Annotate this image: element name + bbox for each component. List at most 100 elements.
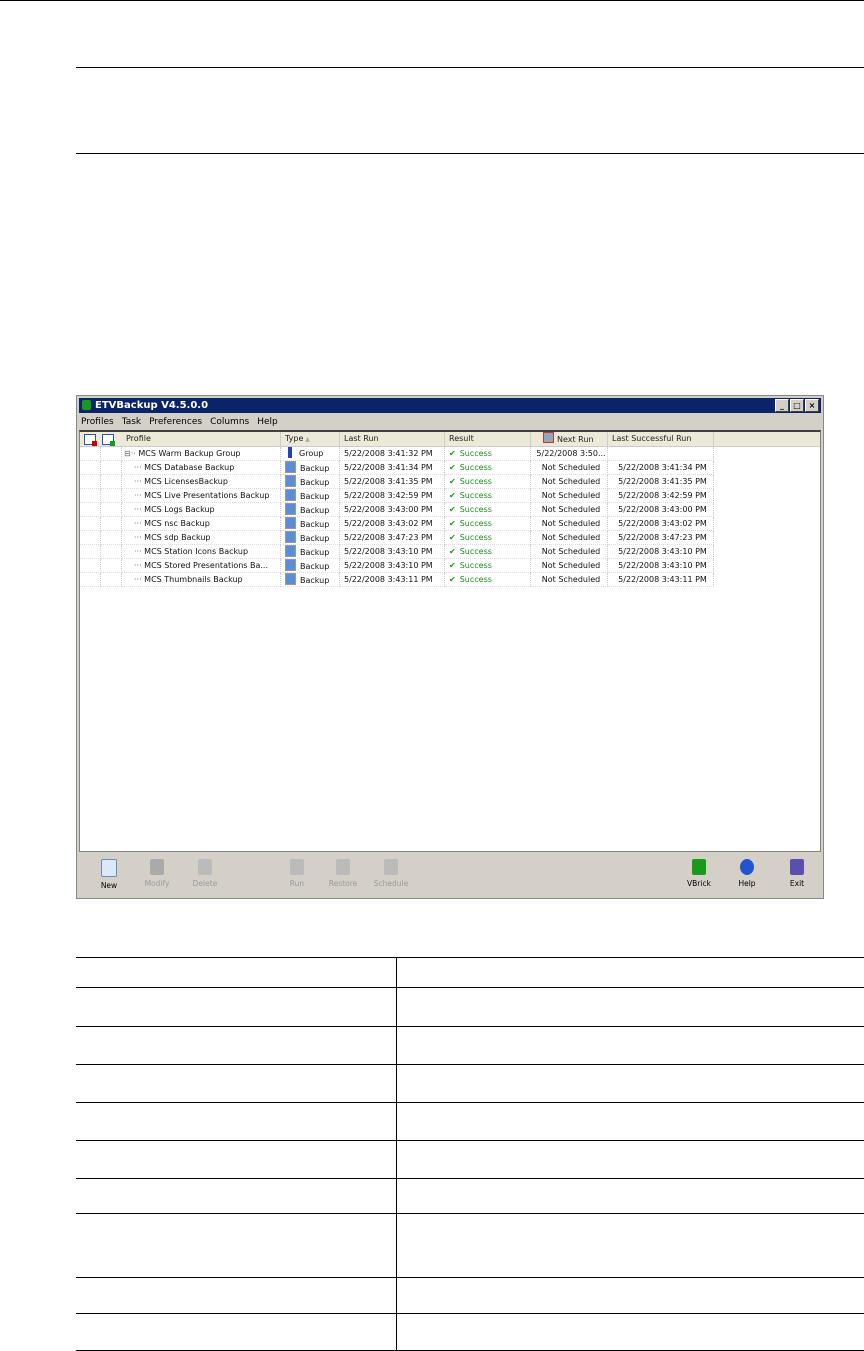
table-row[interactable]: ··· MCS Database Backup Backup 5/22/2008 3… [80, 461, 820, 475]
calendar-icon [543, 432, 554, 443]
profile-text: MCS nsc Backup [144, 519, 210, 528]
column-header-last-run[interactable]: Last Run [340, 432, 445, 446]
last-run-text: 5/22/2008 3:41:35 PM [344, 477, 433, 486]
run-button[interactable]: Run [275, 859, 319, 888]
profile-text: MCS LicensesBackup [144, 477, 228, 486]
toolbar: New Modify Delete Run Restore Schedule VBrick H… [79, 855, 821, 897]
menu-help[interactable]: Help [257, 415, 278, 429]
success-check-icon: ✔ [449, 519, 456, 528]
minimize-button[interactable]: _ [775, 399, 789, 412]
result-text: Success [459, 491, 492, 500]
table-row[interactable]: ··· MCS LicensesBackup Backup 5/22/2008 3:… [80, 475, 820, 489]
menu-columns[interactable]: Columns [210, 415, 249, 429]
last-success-text: 5/22/2008 3:43:00 PM [618, 505, 707, 514]
type-text: Backup [300, 478, 330, 487]
column-label: Last Successful Run [612, 434, 692, 443]
button-label: Restore [328, 879, 358, 888]
table-row[interactable]: ··· MCS Live Presentations Backup Backup 5… [80, 489, 820, 503]
restore-button[interactable]: Restore [321, 859, 365, 888]
success-check-icon: ✔ [449, 547, 456, 556]
profile-text: MCS Database Backup [144, 463, 235, 472]
profile-text: MCS sdp Backup [144, 533, 211, 542]
collapse-icon[interactable]: ⊟·· [124, 449, 138, 458]
menu-profiles[interactable]: Profiles [81, 415, 114, 429]
cell-next-run: Not Scheduled [531, 531, 608, 545]
next-run-text: Not Scheduled [541, 477, 601, 486]
column-label: Last Run [344, 434, 379, 443]
schedule-button[interactable]: Schedule [369, 859, 413, 888]
success-check-icon: ✔ [449, 575, 456, 584]
cell-last-success: 5/22/2008 3:43:10 PM [608, 545, 714, 559]
next-run-text: 5/22/2008 3:50... [536, 449, 606, 458]
column-header-last-successful-run[interactable]: Last Successful Run [608, 432, 714, 446]
cell-last-run: 5/22/2008 3:43:02 PM [340, 517, 445, 531]
column-header-profile[interactable]: Profile [122, 432, 281, 446]
result-text: Success [459, 505, 492, 514]
cell-last-run: 5/22/2008 3:43:10 PM [340, 545, 445, 559]
cell-profile: ··· MCS Database Backup [122, 461, 281, 475]
column-label: Next Run [557, 435, 594, 444]
result-text: Success [459, 463, 492, 472]
vbrick-icon [692, 859, 706, 875]
cell-last-run: 5/22/2008 3:43:11 PM [340, 573, 445, 587]
cell-result: ✔ Success [445, 447, 531, 461]
last-success-text: 5/22/2008 3:43:10 PM [618, 561, 707, 570]
etvbackup-window: ETVBackup V4.5.0.0 _ □ × Profiles Task Pre… [76, 395, 824, 899]
modify-button[interactable]: Modify [135, 859, 179, 888]
new-button[interactable]: New [87, 859, 131, 890]
next-run-text: Not Scheduled [541, 533, 601, 542]
help-button[interactable]: Help [725, 859, 769, 888]
cell-next-run: 5/22/2008 3:50... [531, 447, 608, 461]
cell-result: ✔ Success [445, 517, 531, 531]
cell-type: Backup [281, 517, 340, 531]
cell-last-run: 5/22/2008 3:43:10 PM [340, 559, 445, 573]
cell-profile: ··· MCS LicensesBackup [122, 475, 281, 489]
last-run-text: 5/22/2008 3:41:32 PM [344, 449, 433, 458]
cell-type: Backup [281, 531, 340, 545]
cell-next-run: Not Scheduled [531, 503, 608, 517]
cell-next-run: Not Scheduled [531, 573, 608, 587]
last-success-text: 5/22/2008 3:43:02 PM [618, 519, 707, 528]
last-run-text: 5/22/2008 3:41:34 PM [344, 463, 433, 472]
column-header-next-run[interactable]: Next Run [531, 432, 608, 446]
column-header-type[interactable]: Type ▲ [281, 432, 340, 446]
button-label: Help [738, 879, 756, 888]
cell-result: ✔ Success [445, 545, 531, 559]
profile-text: MCS Warm Backup Group [138, 449, 241, 458]
table-row[interactable]: ··· MCS sdp Backup Backup 5/22/2008 3:47:2… [80, 531, 820, 545]
table-row[interactable]: ··· MCS Thumbnails Backup Backup 5/22/2008… [80, 573, 820, 587]
cell-result: ✔ Success [445, 503, 531, 517]
type-text: Backup [300, 506, 330, 515]
vbrick-button[interactable]: VBrick [677, 859, 721, 888]
table-row[interactable]: ··· MCS Logs Backup Backup 5/22/2008 3:43:… [80, 503, 820, 517]
restore-icon [336, 859, 350, 875]
backup-icon [285, 531, 296, 543]
table-row[interactable]: ⊟·· MCS Warm Backup Group Group 5/22/2008 … [80, 447, 820, 461]
table-row[interactable]: ··· MCS Stored Presentations Ba... Backup… [80, 559, 820, 573]
cell-last-success: 5/22/2008 3:41:34 PM [608, 461, 714, 475]
result-text: Success [459, 533, 492, 542]
success-check-icon: ✔ [449, 533, 456, 542]
maximize-button[interactable]: □ [790, 399, 804, 412]
cell-last-run: 5/22/2008 3:41:34 PM [340, 461, 445, 475]
menu-task[interactable]: Task [122, 415, 141, 429]
column-header-result[interactable]: Result [445, 432, 531, 446]
exit-button[interactable]: Exit [775, 859, 819, 888]
type-text: Backup [300, 464, 330, 473]
backup-icon [285, 489, 296, 501]
profile-text: MCS Stored Presentations Ba... [144, 561, 269, 570]
title-bar: ETVBackup V4.5.0.0 _ □ × [79, 398, 821, 413]
tree-line: ··· [134, 575, 145, 584]
delete-button[interactable]: Delete [183, 859, 227, 888]
expand-all-icon[interactable] [102, 434, 115, 446]
table-row[interactable]: ··· MCS nsc Backup Backup 5/22/2008 3:43:0… [80, 517, 820, 531]
table-row[interactable]: ··· MCS Station Icons Backup Backup 5/22/2… [80, 545, 820, 559]
button-label: Modify [144, 879, 170, 888]
column-label: Result [449, 434, 474, 443]
cell-profile: ··· MCS Logs Backup [122, 503, 281, 517]
result-text: Success [459, 561, 492, 570]
menu-preferences[interactable]: Preferences [149, 415, 202, 429]
collapse-all-icon[interactable] [84, 434, 97, 446]
close-button[interactable]: × [805, 399, 819, 412]
profile-text: MCS Logs Backup [144, 505, 215, 514]
